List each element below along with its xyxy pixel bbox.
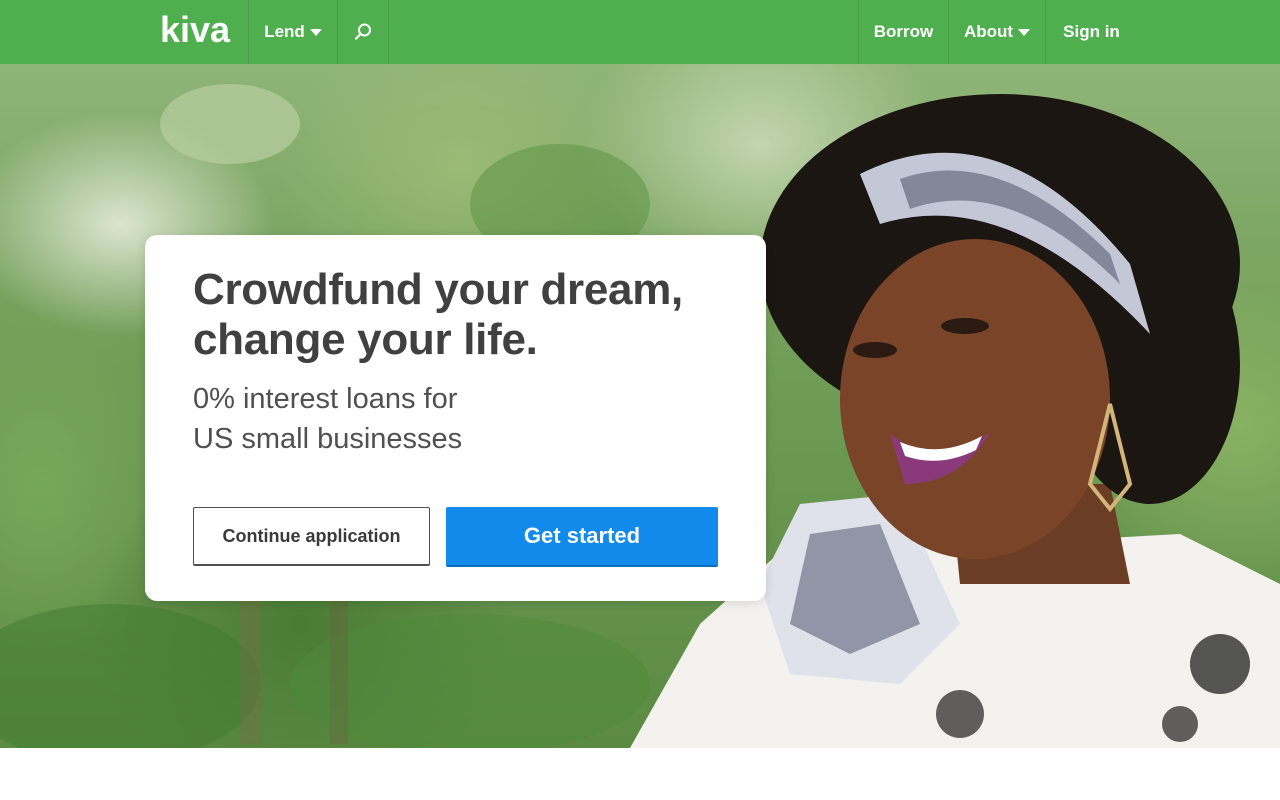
svg-text:kiva: kiva bbox=[160, 12, 231, 48]
kiva-logo[interactable]: kiva bbox=[160, 12, 234, 48]
hero-subheading-line-2: US small businesses bbox=[193, 423, 463, 455]
hero-headline: Crowdfund your dream, change your life. bbox=[193, 265, 683, 364]
nav-borrow-link[interactable]: Borrow bbox=[858, 0, 948, 64]
search-icon bbox=[354, 23, 371, 40]
nav-sign-in-label: Sign in bbox=[1063, 22, 1120, 41]
nav-lend-label: Lend bbox=[264, 22, 305, 41]
page-content-below-hero bbox=[0, 748, 1280, 800]
continue-application-button[interactable]: Continue application bbox=[193, 507, 430, 566]
hero-section: Crowdfund your dream, change your life. … bbox=[0, 64, 1280, 748]
hero-subheading: 0% interest loans for US small businesse… bbox=[193, 379, 593, 459]
get-started-button[interactable]: Get started bbox=[446, 507, 718, 567]
hero-subheading-line-1: 0% interest loans for bbox=[193, 383, 458, 415]
chevron-down-icon bbox=[309, 29, 322, 36]
nav-about-menu[interactable]: About bbox=[948, 0, 1045, 64]
chevron-down-icon bbox=[1018, 29, 1031, 36]
search-button[interactable] bbox=[337, 0, 389, 64]
nav-about-label: About bbox=[963, 22, 1014, 41]
hero-card: Crowdfund your dream, change your life. … bbox=[145, 235, 766, 601]
nav-borrow-label: Borrow bbox=[873, 22, 934, 41]
nav-sign-in-link[interactable]: Sign in bbox=[1045, 0, 1137, 64]
nav-lend-menu[interactable]: Lend bbox=[248, 0, 337, 64]
top-navigation: kiva Lend Borrow About Sign in bbox=[0, 0, 1280, 64]
